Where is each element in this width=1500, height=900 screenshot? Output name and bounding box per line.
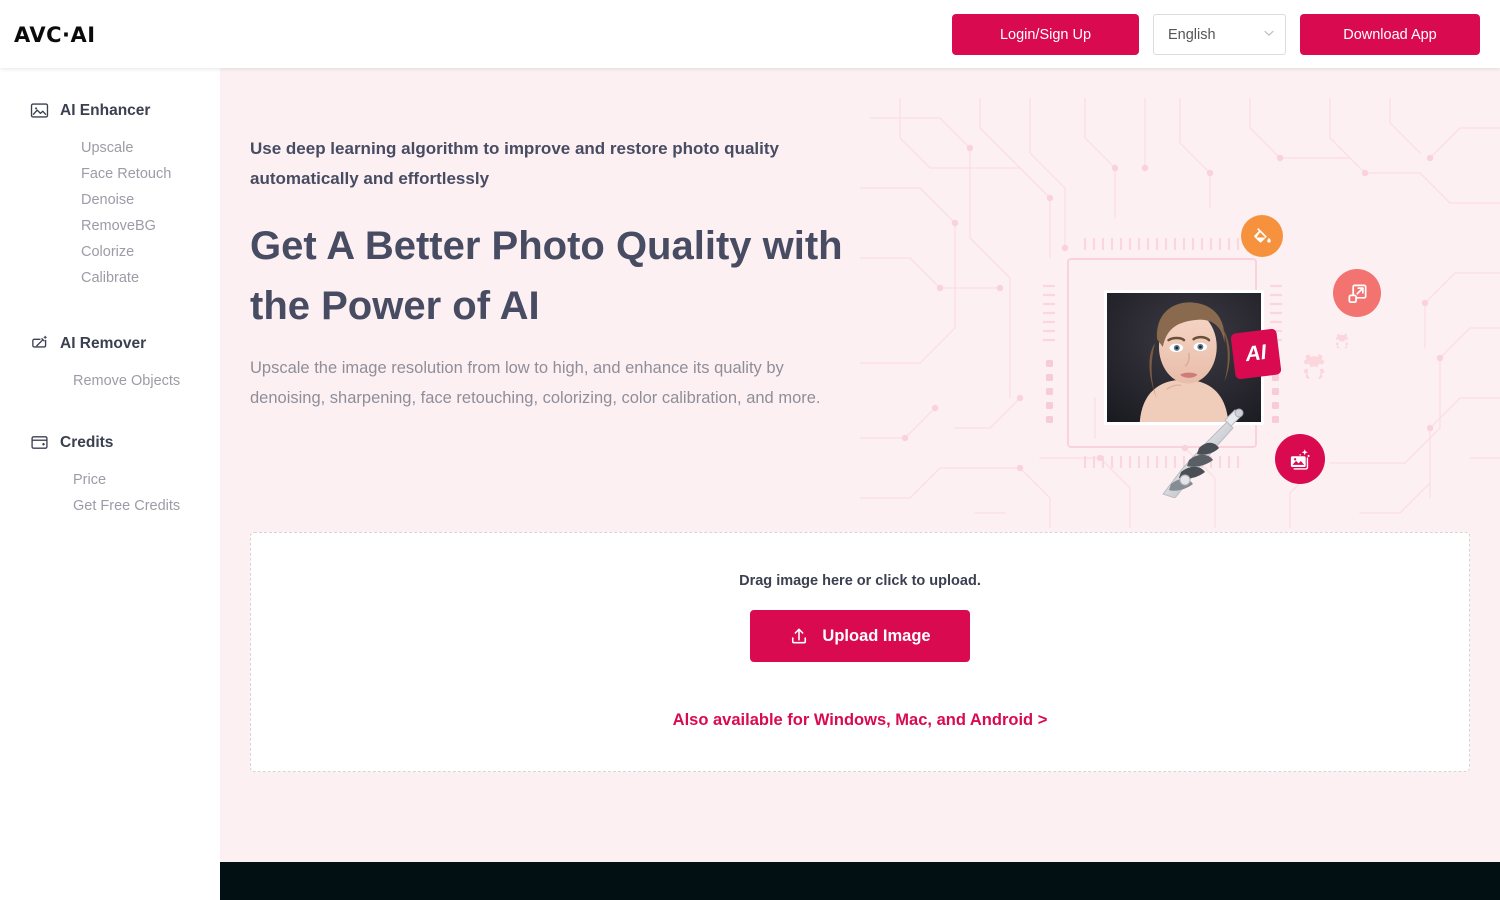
- login-signup-button[interactable]: Login/Sign Up: [952, 14, 1139, 55]
- paint-bucket-icon: [1241, 215, 1283, 257]
- page-root: AVC·AI Login/Sign Up English Download Ap…: [0, 0, 1500, 900]
- main-content: Use deep learning algorithm to improve a…: [220, 68, 1500, 862]
- sidebar-item-colorize[interactable]: Colorize: [0, 239, 220, 265]
- image-sparkle-icon: [1275, 434, 1325, 484]
- upload-icon: [789, 626, 809, 646]
- sidebar: AI Enhancer Upscale Face Retouch Denoise…: [0, 68, 220, 900]
- sidebar-group-credits: Credits Price Get Free Credits: [0, 424, 220, 519]
- sidebar-item-label: AI Remover: [60, 334, 147, 352]
- sidebar-item-ai-enhancer[interactable]: AI Enhancer: [0, 92, 220, 129]
- dropzone-hint: Drag image here or click to upload.: [739, 573, 981, 589]
- resize-icon: [1333, 269, 1381, 317]
- language-select-value: English: [1168, 26, 1216, 43]
- sidebar-group-ai-enhancer: AI Enhancer Upscale Face Retouch Denoise…: [0, 92, 220, 291]
- sidebar-item-denoise[interactable]: Denoise: [0, 187, 220, 213]
- upload-image-button[interactable]: Upload Image: [750, 610, 970, 662]
- hero-illustration: AI: [860, 98, 1500, 528]
- upload-image-button-label: Upload Image: [822, 626, 931, 645]
- header-actions: Login/Sign Up English Download App: [952, 14, 1480, 55]
- sidebar-sublist-ai-enhancer: Upscale Face Retouch Denoise RemoveBG Co…: [0, 135, 220, 291]
- ai-tile: AI: [1230, 328, 1282, 380]
- image-icon: [30, 101, 49, 120]
- chevron-down-icon: [1263, 27, 1274, 38]
- sidebar-item-face-retouch[interactable]: Face Retouch: [0, 161, 220, 187]
- sidebar-sublist-credits: Price Get Free Credits: [0, 467, 220, 519]
- page-title: Get A Better Photo Quality with the Powe…: [250, 224, 843, 328]
- wallet-icon: [30, 433, 49, 452]
- sidebar-item-remove-objects[interactable]: Remove Objects: [0, 368, 220, 394]
- hero-description: Upscale the image resolution from low to…: [250, 359, 821, 407]
- upload-dropzone[interactable]: Drag image here or click to upload. Uplo…: [250, 532, 1470, 772]
- footer-bar: [220, 862, 1500, 900]
- sidebar-item-get-free-credits[interactable]: Get Free Credits: [0, 493, 220, 519]
- robot-hand-illustration: [1162, 408, 1244, 498]
- sidebar-item-price[interactable]: Price: [0, 467, 220, 493]
- sidebar-group-ai-remover: AI Remover Remove Objects: [0, 325, 220, 394]
- gear-icon: [1335, 333, 1349, 349]
- download-app-button[interactable]: Download App: [1300, 14, 1480, 55]
- app-logo[interactable]: AVC·AI: [14, 23, 96, 47]
- sidebar-item-ai-remover[interactable]: AI Remover: [0, 325, 220, 362]
- sidebar-item-upscale[interactable]: Upscale: [0, 135, 220, 161]
- sidebar-item-credits[interactable]: Credits: [0, 424, 220, 461]
- top-header: AVC·AI Login/Sign Up English Download Ap…: [0, 0, 1500, 68]
- hero-subtitle: Use deep learning algorithm to improve a…: [250, 139, 779, 188]
- language-select[interactable]: English: [1153, 14, 1286, 55]
- sidebar-item-label: AI Enhancer: [60, 101, 151, 119]
- sidebar-item-label: Credits: [60, 433, 114, 451]
- sidebar-sublist-ai-remover: Remove Objects: [0, 368, 220, 394]
- also-available-link[interactable]: Also available for Windows, Mac, and And…: [251, 711, 1469, 730]
- magic-wand-icon: [30, 334, 49, 353]
- gear-icon: [1303, 354, 1325, 380]
- sidebar-item-removebg[interactable]: RemoveBG: [0, 213, 220, 239]
- sidebar-item-calibrate[interactable]: Calibrate: [0, 265, 220, 291]
